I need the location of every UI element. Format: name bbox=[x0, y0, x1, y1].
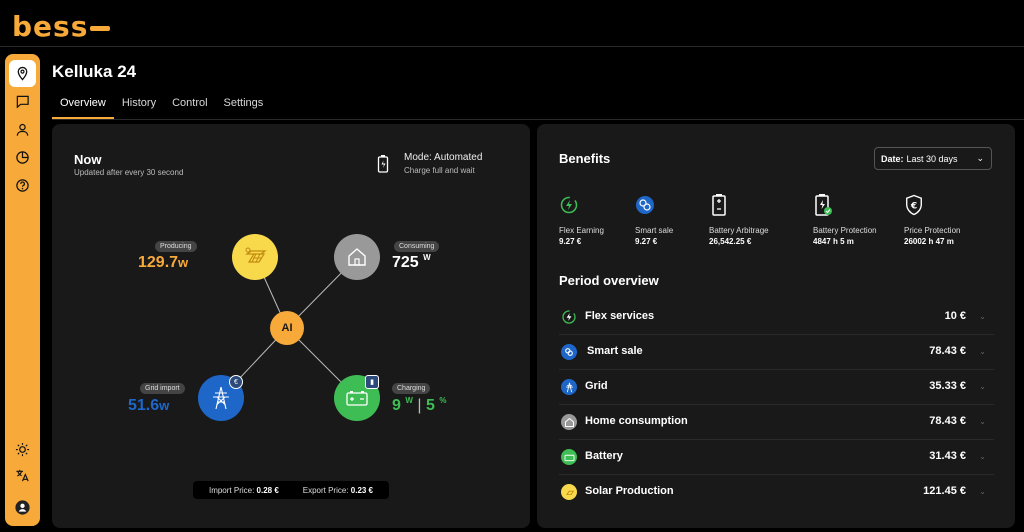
chevron-down-icon: ⌄ bbox=[979, 312, 986, 321]
battery-badge-icon: ▮ bbox=[365, 375, 379, 389]
help-icon[interactable] bbox=[9, 172, 36, 199]
producing-value: 129.7w bbox=[138, 254, 189, 271]
user-icon[interactable] bbox=[9, 116, 36, 143]
benefit-smart-sale: Smart sale 9.27 € bbox=[635, 194, 673, 246]
benefit-battery-protection: Battery Protection 4847 h 5 m bbox=[813, 194, 877, 246]
brand-logo[interactable]: bess bbox=[12, 10, 111, 43]
price-protection-icon: € bbox=[904, 194, 924, 216]
tab-settings[interactable]: Settings bbox=[216, 96, 272, 119]
benefits-card: Benefits Date: Last 30 days ⌄ Flex Earnin… bbox=[537, 124, 1015, 528]
price-bar: Import Price: 0.28 € Export Price: 0.23 … bbox=[193, 481, 389, 499]
location-pin-icon[interactable] bbox=[9, 60, 36, 87]
page-title: Kelluka 24 bbox=[52, 62, 137, 81]
home-icon bbox=[348, 248, 366, 266]
account-icon[interactable] bbox=[9, 494, 36, 521]
period-title: Period overview bbox=[559, 273, 659, 288]
tab-overview[interactable]: Overview bbox=[52, 96, 114, 119]
period-row-battery[interactable]: Battery 31.43 € ⌄ bbox=[559, 441, 994, 475]
tab-control[interactable]: Control bbox=[164, 96, 215, 119]
export-price: Export Price: 0.23 € bbox=[302, 485, 374, 495]
svg-text:€: € bbox=[910, 202, 917, 212]
translate-icon[interactable] bbox=[9, 462, 36, 489]
smart-sale-icon bbox=[561, 344, 577, 360]
chevron-down-icon: ⌄ bbox=[979, 417, 986, 426]
period-row-home-consumption[interactable]: Home consumption 78.43 € ⌄ bbox=[559, 406, 994, 440]
grid-import-value: 51.6w bbox=[128, 397, 170, 414]
period-row-flex-services[interactable]: Flex services 10 € ⌄ bbox=[559, 301, 994, 335]
smart-sale-icon bbox=[635, 194, 655, 216]
euro-badge-icon: € bbox=[229, 375, 243, 389]
tabs-divider bbox=[52, 119, 1024, 120]
chevron-down-icon: ⌄ bbox=[979, 347, 986, 356]
battery-protection-icon bbox=[813, 194, 833, 216]
chevron-down-icon: ⌄ bbox=[976, 153, 984, 163]
consuming-value: 725 W bbox=[392, 253, 431, 271]
solar-panel-icon bbox=[245, 247, 267, 263]
power-tower-icon bbox=[213, 386, 229, 410]
charging-label: Charging bbox=[392, 383, 431, 394]
battery-icon bbox=[561, 449, 577, 465]
battery-icon bbox=[346, 391, 368, 406]
date-range-dropdown[interactable]: Date: Last 30 days ⌄ bbox=[874, 147, 992, 170]
period-row-grid[interactable]: Grid 35.33 € ⌄ bbox=[559, 371, 994, 405]
grid-import-label: Grid import bbox=[140, 383, 185, 394]
battery-arbitrage-icon bbox=[709, 194, 729, 216]
sun-icon[interactable] bbox=[9, 436, 36, 463]
home-node[interactable] bbox=[334, 234, 380, 280]
tab-bar: Overview History Control Settings bbox=[52, 96, 271, 120]
benefit-flex-earning: Flex Earning 9.27 € bbox=[559, 194, 604, 246]
import-price: Import Price: 0.28 € bbox=[208, 485, 279, 495]
chevron-down-icon: ⌄ bbox=[979, 487, 986, 496]
benefit-battery-arbitrage: Battery Arbitrage 26,542.25 € bbox=[709, 194, 769, 246]
consuming-label: Consuming bbox=[394, 241, 440, 252]
producing-label: Producing bbox=[155, 241, 197, 252]
benefit-price-protection: € Price Protection 26002 h 47 m bbox=[904, 194, 960, 246]
top-bar: bess bbox=[0, 0, 1024, 47]
flex-services-icon bbox=[561, 309, 577, 325]
now-card: Now Updated after every 30 second Mode: … bbox=[52, 124, 530, 528]
tab-history[interactable]: History bbox=[114, 96, 164, 119]
chevron-down-icon: ⌄ bbox=[979, 382, 986, 391]
home-icon bbox=[561, 414, 577, 430]
chat-icon[interactable] bbox=[9, 88, 36, 115]
solar-panel-icon bbox=[561, 484, 577, 500]
nav-rail bbox=[5, 54, 40, 526]
pie-chart-icon[interactable] bbox=[9, 144, 36, 171]
power-tower-icon bbox=[561, 379, 577, 395]
period-row-solar-production[interactable]: Solar Production 121.45 € ⌄ bbox=[559, 476, 994, 510]
flex-earning-icon bbox=[559, 194, 579, 216]
period-row-smart-sale[interactable]: Smart sale 78.43 € ⌄ bbox=[559, 336, 994, 370]
solar-node[interactable] bbox=[232, 234, 278, 280]
chevron-down-icon: ⌄ bbox=[979, 452, 986, 461]
charging-value: 9 W | 5 % bbox=[392, 396, 447, 414]
ai-node[interactable]: AI bbox=[270, 311, 304, 345]
benefits-title: Benefits bbox=[559, 151, 611, 166]
